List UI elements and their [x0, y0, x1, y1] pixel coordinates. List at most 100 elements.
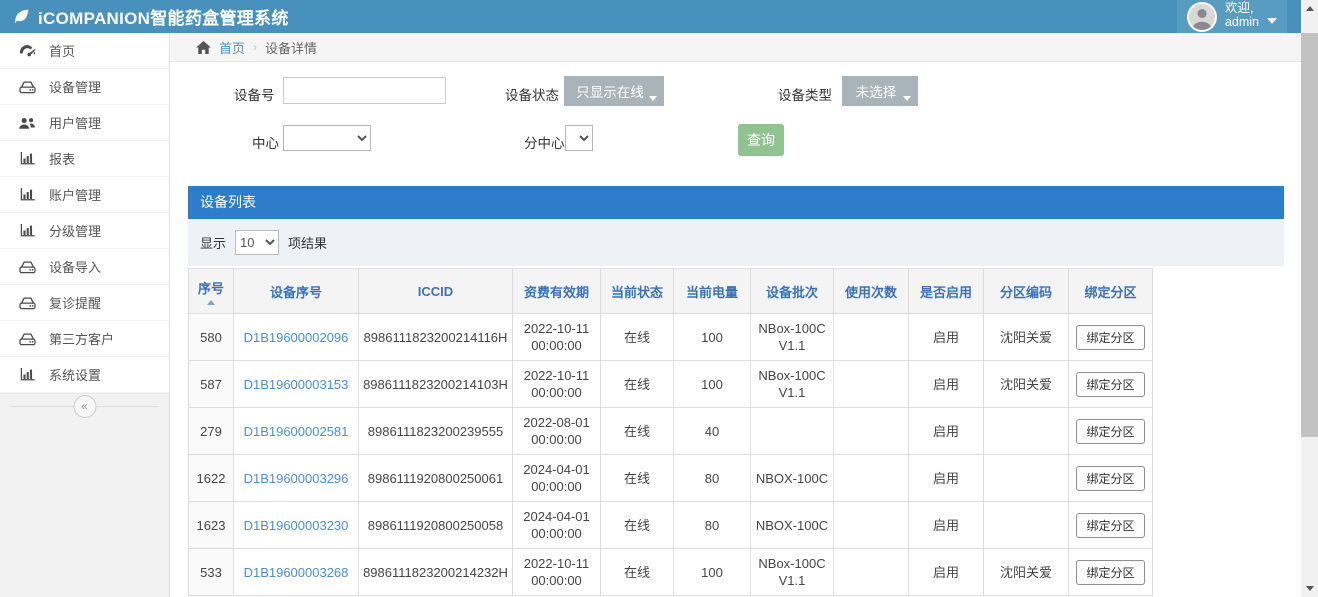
user-menu[interactable]: 欢迎, admin	[1177, 0, 1287, 33]
sidebar-item-system-settings[interactable]: 系统设置	[0, 357, 169, 393]
bind-partition-button[interactable]: 绑定分区	[1076, 419, 1144, 444]
cell-serial: D1B19600003296	[234, 455, 359, 502]
sidebar-item-device-mgmt[interactable]: 设备管理	[0, 69, 169, 105]
sidebar-item-level-mgmt[interactable]: 分级管理	[0, 213, 169, 249]
col-header-partition[interactable]: 分区编码	[984, 269, 1069, 314]
center-select[interactable]	[283, 125, 371, 151]
bar-chart-icon	[18, 151, 36, 167]
col-header-iccid[interactable]: ICCID	[359, 269, 513, 314]
sidebar-item-label: 第三方客户	[49, 329, 114, 348]
breadcrumb-home-link[interactable]: 首页	[219, 38, 245, 57]
sidebar-collapse-row: «	[0, 393, 169, 419]
page-size-select[interactable]: 10	[235, 230, 279, 255]
bind-partition-button[interactable]: 绑定分区	[1076, 466, 1144, 491]
vertical-scrollbar[interactable]	[1301, 0, 1318, 597]
welcome-text: 欢迎,	[1225, 1, 1259, 15]
col-header-enabled[interactable]: 是否启用	[909, 269, 984, 314]
device-no-input[interactable]	[283, 77, 446, 104]
device-serial-link[interactable]: D1B19600003268	[244, 565, 349, 580]
scroll-down-icon[interactable]	[1301, 580, 1318, 597]
sidebar-item-user-mgmt[interactable]: 用户管理	[0, 105, 169, 141]
cell-enabled: 启用	[909, 361, 984, 408]
cell-partition: 沈阳关爱	[984, 549, 1069, 596]
bind-partition-button[interactable]: 绑定分区	[1076, 560, 1144, 585]
bind-partition-button[interactable]: 绑定分区	[1076, 513, 1144, 538]
col-header-seq[interactable]: 序号	[189, 269, 234, 314]
sidebar: 首页 设备管理 用户管理 报表 账户管理 分级管理	[0, 33, 170, 597]
chevron-down-icon	[1267, 18, 1277, 24]
cell-enabled: 启用	[909, 408, 984, 455]
results-label: 项结果	[288, 233, 327, 252]
leaf-logo-icon	[12, 7, 31, 26]
sort-asc-icon	[207, 300, 215, 305]
cell-usage	[834, 549, 909, 596]
cell-bind: 绑定分区	[1069, 361, 1153, 408]
cell-battery: 80	[674, 455, 751, 502]
device-no-label: 设备号	[234, 84, 275, 104]
cell-batch: NBOX-100C	[751, 455, 834, 502]
main-content: 设备号 设备状态 只显示在线 设备类型 未选择 中心 分中心 查询 设备列表 显…	[171, 62, 1301, 597]
cell-serial: D1B19600002096	[234, 314, 359, 361]
sidebar-item-device-import[interactable]: 设备导入	[0, 249, 169, 285]
sidebar-item-label: 用户管理	[49, 113, 101, 132]
cell-status: 在线	[601, 361, 674, 408]
cell-bind: 绑定分区	[1069, 314, 1153, 361]
sidebar-item-revisit-reminder[interactable]: 复诊提醒	[0, 285, 169, 321]
cell-seq: 533	[189, 549, 234, 596]
breadcrumb: 首页 › 设备详情	[171, 33, 1301, 62]
device-status-dropdown[interactable]: 只显示在线	[564, 76, 664, 106]
cell-expiry: 2022-10-1100:00:00	[513, 314, 601, 361]
scrollbar-thumb[interactable]	[1301, 33, 1318, 437]
device-serial-link[interactable]: D1B19600003153	[244, 377, 349, 392]
col-header-serial[interactable]: 设备序号	[234, 269, 359, 314]
bind-partition-button[interactable]: 绑定分区	[1076, 325, 1144, 350]
cell-partition	[984, 408, 1069, 455]
col-header-battery[interactable]: 当前电量	[674, 269, 751, 314]
device-serial-link[interactable]: D1B19600002096	[244, 330, 349, 345]
sidebar-item-reports[interactable]: 报表	[0, 141, 169, 177]
cell-battery: 100	[674, 314, 751, 361]
cell-status: 在线	[601, 408, 674, 455]
sidebar-item-label: 首页	[49, 41, 75, 60]
users-icon	[18, 115, 36, 131]
col-header-expiry[interactable]: 资费有效期	[513, 269, 601, 314]
cell-battery: 80	[674, 502, 751, 549]
cell-iccid: 8986111823200239555	[359, 408, 513, 455]
cell-battery: 40	[674, 408, 751, 455]
device-serial-link[interactable]: D1B19600003296	[244, 471, 349, 486]
center-label: 中心	[252, 132, 279, 152]
chevron-down-icon	[649, 96, 657, 101]
sidebar-item-home[interactable]: 首页	[0, 33, 169, 69]
hdd-icon	[18, 295, 36, 311]
cell-usage	[834, 314, 909, 361]
username: admin	[1225, 15, 1259, 29]
col-header-batch[interactable]: 设备批次	[751, 269, 834, 314]
device-type-dropdown[interactable]: 未选择	[842, 76, 918, 106]
brand: iCOMPANION智能药盒管理系统	[12, 0, 289, 33]
cell-enabled: 启用	[909, 314, 984, 361]
device-serial-link[interactable]: D1B19600002581	[244, 424, 349, 439]
bind-partition-button[interactable]: 绑定分区	[1076, 372, 1144, 397]
col-header-status[interactable]: 当前状态	[601, 269, 674, 314]
scroll-up-icon[interactable]	[1301, 0, 1318, 17]
sidebar-item-third-party[interactable]: 第三方客户	[0, 321, 169, 357]
sidebar-item-label: 设备导入	[49, 257, 101, 276]
col-header-bind[interactable]: 绑定分区	[1069, 269, 1153, 314]
cell-partition: 沈阳关爱	[984, 314, 1069, 361]
sidebar-item-label: 复诊提醒	[49, 293, 101, 312]
sidebar-collapse-icon[interactable]: «	[73, 395, 96, 418]
breadcrumb-current: 设备详情	[265, 38, 317, 57]
col-header-usage[interactable]: 使用次数	[834, 269, 909, 314]
sidebar-item-account-mgmt[interactable]: 账户管理	[0, 177, 169, 213]
breadcrumb-separator: ›	[253, 40, 257, 54]
cell-usage	[834, 361, 909, 408]
sidebar-menu: 首页 设备管理 用户管理 报表 账户管理 分级管理	[0, 33, 169, 393]
device-serial-link[interactable]: D1B19600003230	[244, 518, 349, 533]
cell-seq: 587	[189, 361, 234, 408]
search-button[interactable]: 查询	[738, 124, 784, 156]
cell-status: 在线	[601, 455, 674, 502]
hdd-icon	[18, 259, 36, 275]
cell-serial: D1B19600003153	[234, 361, 359, 408]
subcenter-select[interactable]	[565, 125, 593, 151]
panel-toolbar: 显示 10 项结果	[188, 219, 1284, 266]
